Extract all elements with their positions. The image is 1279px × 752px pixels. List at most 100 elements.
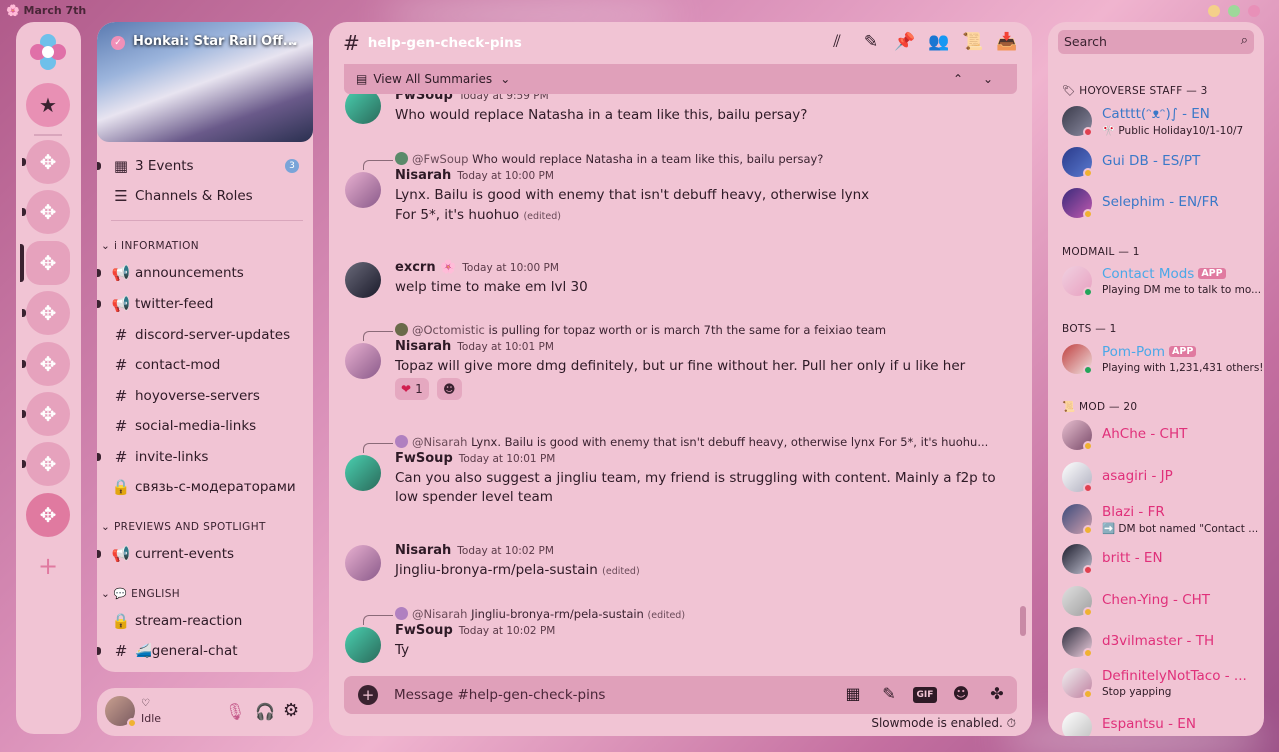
member-item[interactable]: Catttt(ᵔᴥᵔ)∫ - EN 🎌 Public Holiday10/1-1… xyxy=(1060,104,1256,140)
threads-icon[interactable]: ⫽ xyxy=(826,32,848,54)
idle-status-icon xyxy=(1083,209,1093,219)
channel-hoyoverse-servers[interactable]: # hoyoverse-servers xyxy=(111,385,260,407)
member-item[interactable]: Contact Mods APP Playing DM me to talk to… xyxy=(1060,264,1261,300)
channel-label: invite-links xyxy=(135,449,209,465)
avatar[interactable] xyxy=(345,94,381,124)
server-icon-1[interactable]: ✥ xyxy=(26,140,70,184)
channels-roles-label: Channels & Roles xyxy=(135,188,253,204)
member-item[interactable]: AhChe - CHT xyxy=(1060,418,1256,454)
avatar[interactable] xyxy=(345,455,381,491)
add-server-button[interactable]: + xyxy=(26,544,70,588)
members-icon[interactable]: 👥 xyxy=(928,32,950,54)
channels-roles-item[interactable]: ☰ Channels & Roles xyxy=(111,185,253,207)
channel-current-events[interactable]: 📢 current-events xyxy=(111,543,234,565)
discord-flower-icon xyxy=(30,34,66,70)
member-item[interactable]: Gui DB - ES/PT xyxy=(1060,145,1256,181)
home-button[interactable] xyxy=(26,30,70,74)
reply-preview[interactable]: @Nisarah Jingliu-bronya-rm/pela-sustain … xyxy=(395,607,685,621)
avatar[interactable] xyxy=(345,262,381,298)
apps-icon[interactable]: ✤ xyxy=(985,684,1009,706)
channel-invite-links[interactable]: # invite-links xyxy=(111,446,209,468)
chevron-down-icon[interactable]: ⌄ xyxy=(983,72,993,86)
member-item[interactable]: Pom-Pom APP Playing with 1,231,431 others… xyxy=(1060,342,1264,378)
message-time: Today at 9:59 PM xyxy=(458,94,549,102)
message-author[interactable]: Nisarah Today at 10:00 PM xyxy=(395,168,554,183)
server-banner[interactable]: ✓ Honkai: Star Rail Off... ⌄ xyxy=(97,22,313,142)
server-icon-3[interactable]: ✥ xyxy=(26,291,70,335)
sticker-muted-icon[interactable]: ✎ xyxy=(877,684,901,706)
maximize-button[interactable] xyxy=(1228,5,1240,17)
server-icon-6[interactable]: ✥ xyxy=(26,442,70,486)
scrollbar-thumb[interactable] xyxy=(1020,606,1026,636)
search-placeholder: Search xyxy=(1064,34,1107,49)
channel-stream-reaction[interactable]: 🔒 stream-reaction xyxy=(111,610,243,632)
member-item[interactable]: Selephim - EN/FR xyxy=(1060,186,1256,222)
channel-general-chat[interactable]: # 🚄general-chat xyxy=(111,640,238,662)
avatar[interactable] xyxy=(345,343,381,379)
heart-reaction[interactable]: ❤ 1 xyxy=(395,378,429,400)
message-author[interactable]: FwSoup Today at 9:59 PM xyxy=(395,94,549,103)
channel-announcements[interactable]: 📢 announcements xyxy=(111,262,244,284)
member-item[interactable]: britt - EN xyxy=(1060,542,1256,578)
message-author[interactable]: Nisarah Today at 10:01 PM xyxy=(395,339,554,354)
message-author[interactable]: FwSoup Today at 10:02 PM xyxy=(395,623,555,638)
megaphone-icon: 📢 xyxy=(111,545,131,563)
unread-pill xyxy=(22,309,26,317)
member-item[interactable]: Blazi - FR ➡️ DM bot named "Contact ... xyxy=(1060,502,1258,538)
server-icon-active[interactable]: ✥ xyxy=(26,241,70,285)
server-icon-2[interactable]: ✥ xyxy=(26,190,70,234)
avatar[interactable] xyxy=(345,172,381,208)
events-label: 3 Events xyxy=(135,158,194,174)
reply-preview[interactable]: @Nisarah Lynx. Bailu is good with enemy … xyxy=(395,435,988,449)
member-item[interactable]: Espantsu - EN xyxy=(1060,710,1256,736)
reply-preview[interactable]: @FwSoup Who would replace Natasha in a t… xyxy=(395,152,823,166)
category-english[interactable]: ⌄ 💬 ENGLISH xyxy=(101,587,180,600)
server-icon-7[interactable]: ✥ xyxy=(26,493,70,537)
message-input[interactable]: Message #help-gen-check-pins xyxy=(394,687,605,703)
unread-dot xyxy=(97,300,101,308)
emoji-icon[interactable]: ☻ xyxy=(949,684,973,706)
reply-preview[interactable]: @Octomistic is pulling for topaz worth o… xyxy=(395,323,886,337)
calendar-icon[interactable]: ▦ xyxy=(841,684,865,706)
member-item[interactable]: DefinitelyNotTaco - ... Stop yapping xyxy=(1060,666,1256,702)
channel-social-media-links[interactable]: # social-media-links xyxy=(111,415,257,437)
search-input[interactable]: Search ⌕ xyxy=(1058,30,1254,54)
idle-status-icon xyxy=(1083,525,1093,535)
add-attachment-button[interactable]: + xyxy=(358,685,378,705)
channel-discord-server-updates[interactable]: # discord-server-updates xyxy=(111,324,290,346)
chevron-down-icon[interactable]: ⌄ xyxy=(289,34,299,48)
category-previews[interactable]: ⌄ PREVIEWS AND SPOTLIGHT xyxy=(101,521,266,533)
channel-twitter-feed[interactable]: 📢 twitter-feed xyxy=(111,293,214,315)
member-item[interactable]: asagiri - JP xyxy=(1060,460,1256,496)
avatar[interactable] xyxy=(345,545,381,581)
inbox-icon[interactable]: 📥 xyxy=(996,32,1018,54)
channel-label: contact-mod xyxy=(135,357,221,373)
chevron-up-icon[interactable]: ⌃ xyxy=(953,72,963,86)
channel-mod-contact-ru[interactable]: 🔒 связь-с-модераторами xyxy=(111,476,296,498)
avatar[interactable] xyxy=(345,627,381,663)
server-icon-4[interactable]: ✥ xyxy=(26,342,70,386)
member-item[interactable]: d3vilmaster - TH xyxy=(1060,625,1256,661)
message-author[interactable]: excrn 🌸 Today at 10:00 PM xyxy=(395,260,559,275)
close-button[interactable] xyxy=(1248,5,1260,17)
deafen-icon[interactable]: 🎧 xyxy=(255,702,275,721)
unread-pill xyxy=(22,208,26,216)
category-information[interactable]: ⌄ i INFORMATION xyxy=(101,240,199,252)
favorites-button[interactable]: ★ xyxy=(26,83,70,127)
add-reaction-button[interactable]: ☻ xyxy=(437,378,462,400)
summaries-icon[interactable]: 📜 xyxy=(962,32,984,54)
notifications-muted-icon[interactable]: ✎ xyxy=(860,32,882,54)
server-icon-5[interactable]: ✥ xyxy=(26,392,70,436)
pin-icon[interactable]: 📌 xyxy=(894,32,916,54)
gif-button[interactable]: GIF xyxy=(913,687,937,703)
message-composer[interactable]: + Message #help-gen-check-pins ▦ ✎ GIF ☻… xyxy=(344,676,1017,714)
channel-contact-mod[interactable]: # contact-mod xyxy=(111,354,221,376)
message-author[interactable]: FwSoup Today at 10:01 PM xyxy=(395,451,555,466)
gear-icon[interactable]: ⚙ xyxy=(283,700,299,721)
member-item[interactable]: Chen-Ying - CHT xyxy=(1060,584,1256,620)
events-item[interactable]: ▦ 3 Events xyxy=(111,155,194,177)
mute-mic-icon[interactable]: 🎙 xyxy=(225,702,245,721)
message-author[interactable]: Nisarah Today at 10:02 PM xyxy=(395,543,554,558)
summaries-bar[interactable]: ▤ View All Summaries ⌄ ⌃ ⌄ xyxy=(344,64,1017,94)
minimize-button[interactable] xyxy=(1208,5,1220,17)
